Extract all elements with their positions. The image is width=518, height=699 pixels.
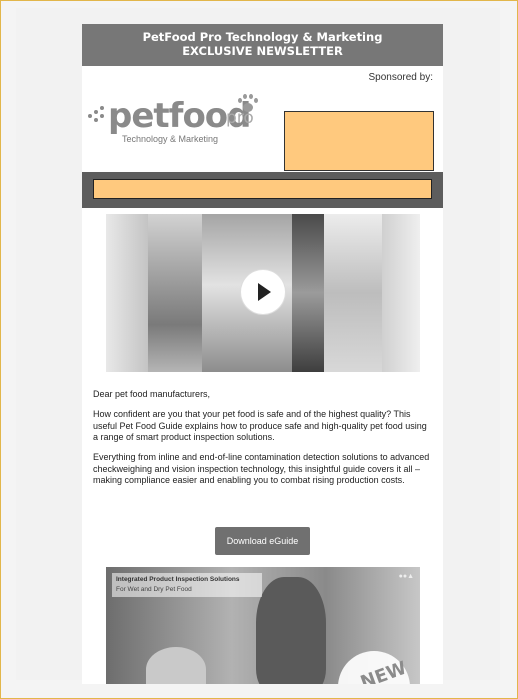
- promo-image[interactable]: Integrated Product Inspection Solutions …: [106, 567, 420, 684]
- sponsored-by-label: Sponsored by:: [368, 72, 434, 83]
- banner-subtitle: EXCLUSIVE NEWSLETTER: [182, 44, 343, 58]
- logo-tagline: Technology & Marketing: [122, 134, 219, 144]
- headline-bar: [82, 172, 443, 208]
- promo-caption: Integrated Product Inspection Solutions …: [112, 573, 262, 597]
- video-panel: [324, 214, 382, 372]
- banner-title: PetFood Pro Technology & Marketing: [142, 30, 383, 44]
- sponsor-redaction: [284, 111, 434, 171]
- play-icon[interactable]: [241, 270, 285, 314]
- newsletter-email: PetFood Pro Technology & Marketing EXCLU…: [82, 24, 443, 684]
- email-body: Dear pet food manufacturers, How confide…: [93, 389, 433, 495]
- dog-shape: [256, 577, 326, 684]
- promo-title: Integrated Product Inspection Solutions: [116, 576, 240, 583]
- headline-redaction: [93, 179, 432, 199]
- download-eguide-button[interactable]: Download eGuide: [215, 527, 310, 555]
- new-badge-text: NEW: [357, 657, 410, 684]
- body-paragraph: How confident are you that your pet food…: [93, 409, 427, 442]
- video-panel: [148, 214, 202, 372]
- video-panel: [292, 214, 324, 372]
- video-panel: [382, 214, 420, 372]
- video-panel: [106, 214, 148, 372]
- paw-icon: [236, 94, 260, 114]
- greeting: Dear pet food manufacturers,: [93, 389, 211, 399]
- body-paragraph: Everything from inline and end-of-line c…: [93, 452, 430, 485]
- video-thumbnail[interactable]: [106, 214, 420, 372]
- newsletter-banner: PetFood Pro Technology & Marketing EXCLU…: [82, 24, 443, 66]
- petfoodpro-logo[interactable]: petfood pro Technology & Marketing: [88, 94, 264, 152]
- sponsor-row: Sponsored by: petfood pro Technology & M…: [82, 66, 443, 171]
- cat-shape: [146, 647, 206, 684]
- promo-subtitle: For Wet and Dry Pet Food: [116, 586, 192, 593]
- more-dots-icon: ●●▲: [398, 573, 414, 580]
